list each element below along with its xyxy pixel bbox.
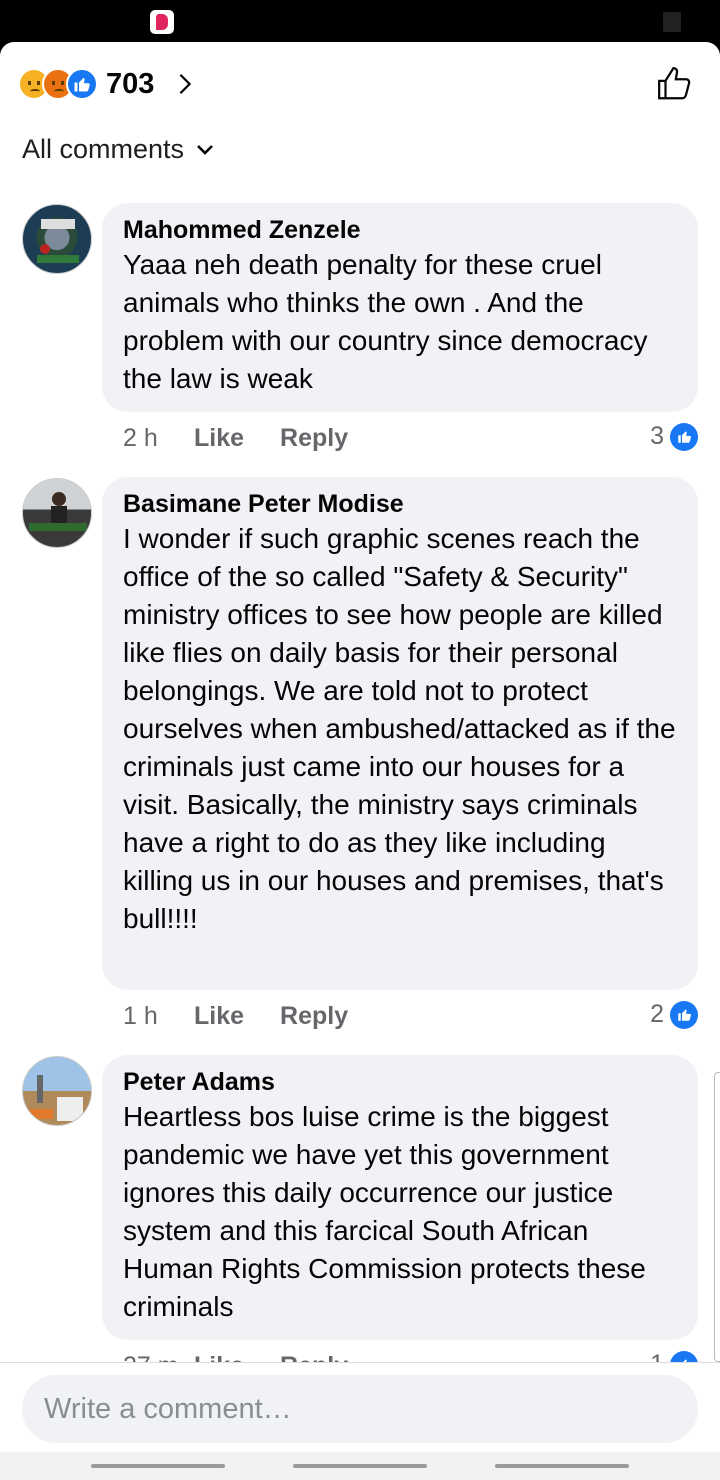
nav-recents-button[interactable]: [91, 1464, 225, 1468]
comment-input[interactable]: Write a comment…: [22, 1375, 698, 1443]
reply-button[interactable]: Reply: [280, 424, 348, 453]
comment-bubble[interactable]: Peter Adams Heartless bos luise crime is…: [102, 1055, 698, 1340]
like-count-value: 3: [650, 422, 664, 450]
reaction-count: 703: [106, 67, 155, 100]
avatar[interactable]: [22, 478, 92, 548]
like-reaction-icon: [66, 68, 98, 100]
comment-author[interactable]: Basimane Peter Modise: [123, 489, 678, 519]
chevron-down-icon: [197, 144, 213, 155]
comment-time[interactable]: 1 h: [123, 1002, 194, 1031]
like-badge-icon: [670, 1000, 698, 1029]
comment-bubble[interactable]: Mahommed Zenzele Yaaa neh death penalty …: [102, 203, 698, 412]
comment-filter-label: All comments: [22, 134, 185, 164]
comment-actions: 1 h Like Reply: [123, 1002, 384, 1031]
comment-text: Heartless bos luise crime is the biggest…: [123, 1101, 646, 1322]
nav-home-button[interactable]: [293, 1464, 427, 1468]
like-button[interactable]: Like: [194, 1002, 244, 1031]
avatar-image: [29, 492, 87, 531]
comment-author[interactable]: Peter Adams: [123, 1067, 678, 1097]
like-count-value: 2: [650, 1000, 664, 1028]
like-post-icon[interactable]: [656, 64, 694, 104]
avatar[interactable]: [22, 204, 92, 274]
chevron-right-icon[interactable]: [174, 73, 196, 95]
comment-time[interactable]: 2 h: [123, 424, 194, 453]
avatar-image: [37, 219, 79, 263]
comment-filter-dropdown[interactable]: All comments: [22, 134, 214, 165]
comment-author[interactable]: Mahommed Zenzele: [123, 215, 678, 245]
comment-actions: 2 h Like Reply: [123, 424, 384, 453]
avatar[interactable]: [22, 1056, 92, 1126]
comment-like-count[interactable]: 2: [650, 1000, 698, 1029]
reactions-summary[interactable]: 703: [18, 64, 196, 104]
system-nav-bar: [0, 1452, 720, 1480]
notification-app-icon: [150, 10, 174, 34]
comment-like-count[interactable]: 3: [650, 422, 698, 451]
nav-back-button[interactable]: [495, 1464, 629, 1468]
comments-sheet: 703 All comments Mahommed Zenzele Yaaa n…: [0, 42, 720, 1480]
comment-text: Yaaa neh death penalty for these cruel a…: [123, 249, 648, 394]
battery-icon: [663, 12, 681, 32]
avatar-image: [23, 1075, 83, 1121]
comment-input-placeholder: Write a comment…: [44, 1392, 292, 1425]
like-button[interactable]: Like: [194, 424, 244, 453]
scrollbar[interactable]: [714, 1072, 720, 1362]
comment-bubble[interactable]: Basimane Peter Modise I wonder if such g…: [102, 477, 698, 990]
status-bar: [0, 0, 720, 44]
like-badge-icon: [670, 422, 698, 451]
reply-button[interactable]: Reply: [280, 1002, 348, 1031]
comment-text: I wonder if such graphic scenes reach th…: [123, 523, 676, 934]
